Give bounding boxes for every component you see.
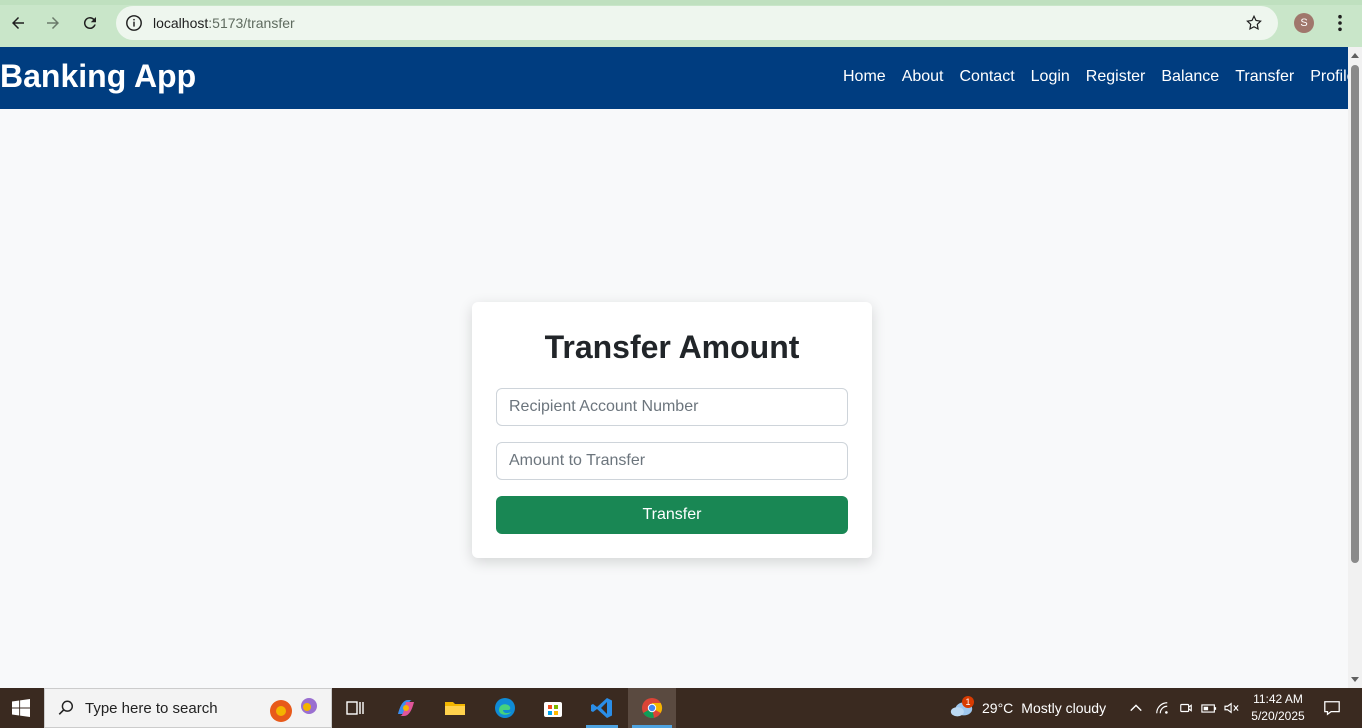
weather-widget[interactable]: 29°C Mostly cloudy [949, 688, 1106, 728]
amount-input[interactable] [496, 442, 848, 480]
battery-icon[interactable] [1197, 692, 1221, 724]
nav-contact[interactable]: Contact [960, 68, 1015, 86]
transfer-button[interactable]: Transfer [496, 496, 848, 534]
search-icon [58, 700, 74, 715]
nav-profile[interactable]: Profile [1310, 68, 1348, 86]
store-icon[interactable] [537, 692, 569, 724]
task-view-icon[interactable] [339, 692, 371, 724]
nav-transfer[interactable]: Transfer [1235, 68, 1294, 86]
edge-icon[interactable] [489, 692, 521, 724]
back-arrow-icon[interactable] [3, 8, 33, 38]
url-host: localhost [153, 15, 209, 31]
clock-date: 5/20/2025 [1251, 709, 1305, 723]
wifi-icon[interactable] [1150, 692, 1174, 724]
weather-desc: Mostly cloudy [1021, 700, 1107, 716]
scroll-thumb[interactable] [1351, 65, 1359, 563]
browser-toolbar: localhost:5173/transfer S [0, 0, 1362, 47]
nav-links: Home About Contact Login Register Balanc… [843, 68, 1348, 86]
site-info-icon[interactable] [124, 13, 144, 33]
chrome-icon[interactable] [636, 692, 668, 724]
search-highlight-icon [270, 698, 317, 722]
reload-icon[interactable] [75, 8, 105, 38]
nav-register[interactable]: Register [1086, 68, 1146, 86]
kebab-menu-icon[interactable] [1330, 11, 1350, 35]
page-scrollbar[interactable] [1348, 47, 1362, 688]
recipient-account-input[interactable] [496, 388, 848, 426]
nav-balance[interactable]: Balance [1161, 68, 1219, 86]
windows-taskbar: Type here to search 29°C Mostly cloudy 1 [0, 688, 1362, 728]
search-placeholder: Type here to search [85, 700, 218, 717]
scroll-up-icon[interactable] [1351, 53, 1359, 58]
transfer-card: Transfer Amount Transfer [472, 302, 872, 558]
nav-home[interactable]: Home [843, 68, 886, 86]
weather-temp: 29°C [982, 700, 1014, 716]
chevron-up-icon[interactable] [1122, 692, 1150, 724]
profile-avatar[interactable]: S [1294, 13, 1314, 33]
url-text: localhost:5173/transfer [153, 15, 295, 31]
vscode-icon[interactable] [586, 692, 618, 724]
meet-icon[interactable] [1174, 692, 1198, 724]
brand-title[interactable]: Banking App [0, 58, 196, 95]
notification-icon[interactable] [1316, 692, 1348, 724]
forward-arrow-icon[interactable] [38, 8, 68, 38]
clock-time: 11:42 AM [1253, 692, 1303, 706]
address-bar[interactable]: localhost:5173/transfer [116, 6, 1278, 40]
taskbar-clock[interactable]: 11:42 AM 5/20/2025 [1240, 691, 1316, 725]
url-path: :5173/transfer [208, 15, 295, 31]
bookmark-star-icon[interactable] [1244, 13, 1264, 33]
site-navbar: Banking App Home About Contact Login Reg… [0, 47, 1348, 109]
nav-login[interactable]: Login [1031, 68, 1070, 86]
taskbar-search[interactable]: Type here to search [44, 688, 332, 728]
file-explorer-icon[interactable] [439, 692, 471, 724]
weather-badge: 1 [962, 696, 974, 708]
scroll-down-icon[interactable] [1351, 677, 1359, 682]
form-title: Transfer Amount [544, 329, 800, 365]
nav-about[interactable]: About [902, 68, 944, 86]
windows-start-icon[interactable] [0, 688, 42, 728]
copilot-icon[interactable] [390, 692, 422, 724]
